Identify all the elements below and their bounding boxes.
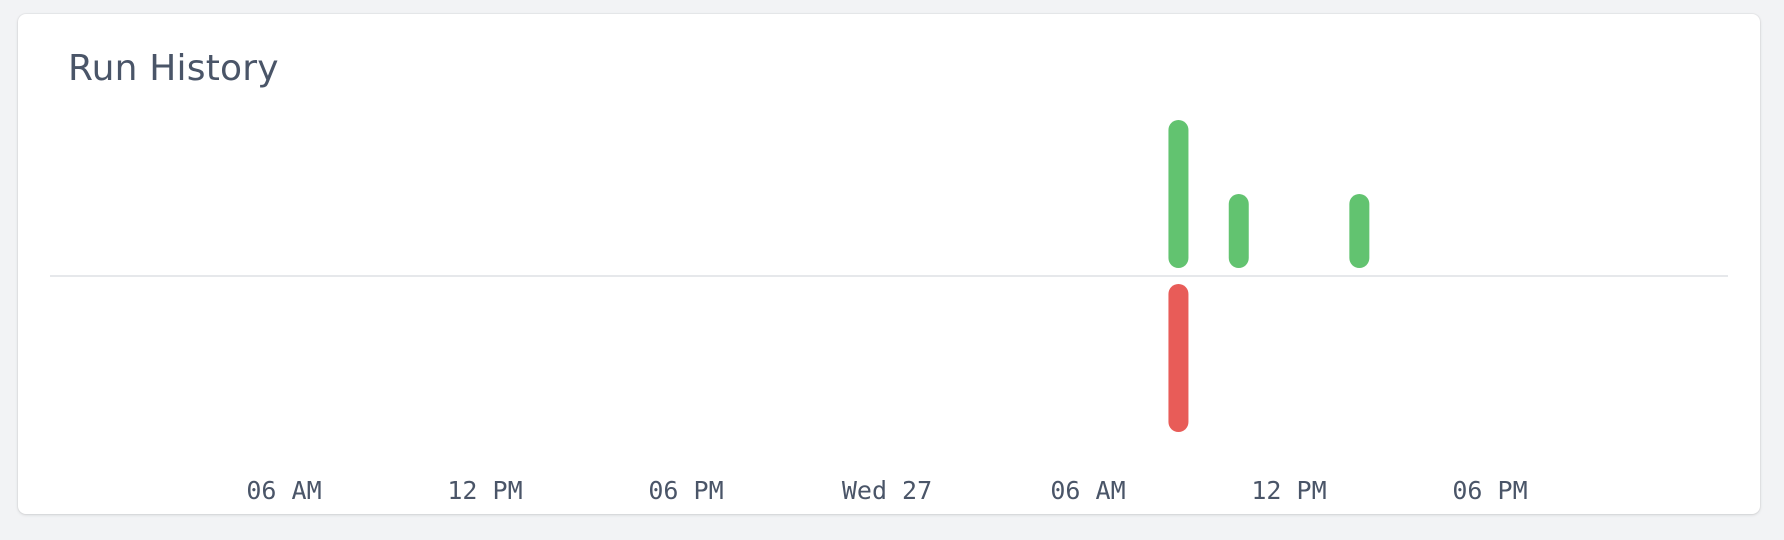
x-tick-label: 06 PM xyxy=(1452,476,1527,505)
x-tick-label: 12 PM xyxy=(447,476,522,505)
success-run-bar[interactable] xyxy=(1228,194,1249,268)
failure-run-bar[interactable] xyxy=(1168,284,1189,432)
success-run-bar[interactable] xyxy=(1349,194,1370,268)
x-tick-label: 12 PM xyxy=(1251,476,1326,505)
x-tick-label: 06 AM xyxy=(1050,476,1125,505)
x-tick-label: 06 AM xyxy=(246,476,321,505)
run-history-chart: 06 AM 12 PM 06 PM Wed 27 06 AM 12 PM 06 PM xyxy=(50,120,1728,505)
run-history-card: Run History 06 AM 12 PM 06 PM Wed 27 06 AM 12… xyxy=(18,14,1760,514)
x-tick-label: 06 PM xyxy=(648,476,723,505)
success-run-bar[interactable] xyxy=(1168,120,1189,268)
x-tick-label: Wed 27 xyxy=(842,476,932,505)
